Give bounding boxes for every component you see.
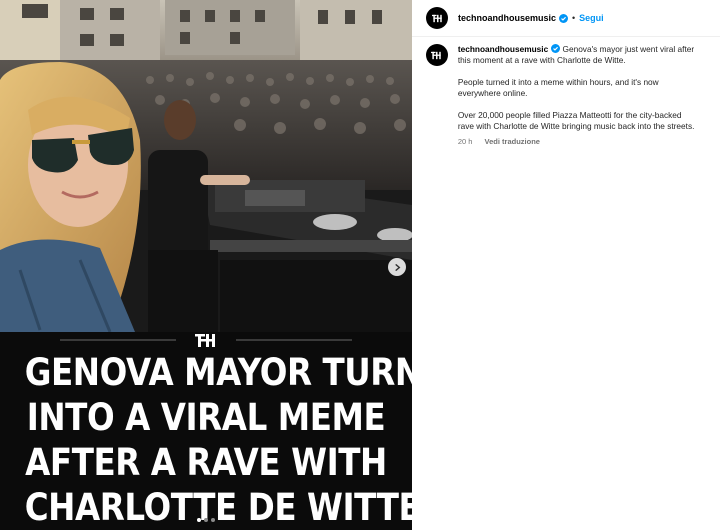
verified-badge-icon (551, 44, 561, 53)
caption-meta: 20 h Vedi traduzione (458, 136, 720, 147)
post-headline: GENOVA MAYOR TURNS INTO A VIRAL MEME AFT… (0, 350, 412, 530)
carousel-next-button[interactable] (388, 258, 406, 276)
headline-line: GENOVA MAYOR TURNS (24, 351, 412, 394)
post-time: 20 h (457, 137, 473, 146)
post-caption: technoandhousemusic Genova's mayor just … (426, 44, 720, 147)
brand-logo-icon (431, 51, 442, 59)
post-media[interactable]: GENOVA MAYOR TURNS INTO A VIRAL MEME AFT… (0, 0, 412, 530)
headline-line: INTO A VIRAL MEME (26, 396, 386, 439)
carousel-dot (211, 518, 215, 522)
see-translation-link[interactable]: Vedi traduzione (485, 137, 540, 146)
headline-line: CHARLOTTE DE WITTE (24, 486, 412, 529)
caption-text: everywhere online. (457, 88, 528, 98)
caption-avatar[interactable] (426, 44, 448, 66)
post-sidebar: technoandhousemusic • Segui technoandhou… (412, 0, 720, 530)
caption-text: Over 20,000 people filled Piazza Matteot… (457, 110, 682, 120)
caption-text: Genova's mayor just went viral after (560, 44, 695, 54)
caption-text: rave with Charlotte de Witte bringing mu… (457, 121, 695, 131)
brand-logo (60, 334, 352, 347)
post-header: technoandhousemusic • Segui (412, 0, 720, 37)
caption-text: People turned it into a meme within hour… (457, 77, 659, 87)
follow-button[interactable]: Segui (579, 13, 604, 23)
brand-logo-icon (431, 14, 442, 22)
post-photo (0, 0, 412, 332)
chevron-right-icon (394, 263, 400, 271)
carousel-dot-active (197, 518, 201, 522)
caption-body: technoandhousemusic Genova's mayor just … (458, 44, 720, 147)
header-username[interactable]: technoandhousemusic (458, 13, 556, 23)
headline-line: AFTER A RAVE WITH (25, 441, 387, 484)
caption-text: this moment at a rave with Charlotte de … (457, 55, 626, 65)
verified-badge-icon (559, 13, 569, 23)
caption-username[interactable]: technoandhousemusic (458, 44, 548, 54)
carousel-indicator (0, 518, 412, 522)
avatar[interactable] (426, 7, 448, 29)
carousel-dot (204, 518, 208, 522)
header-separator: • (572, 13, 576, 23)
